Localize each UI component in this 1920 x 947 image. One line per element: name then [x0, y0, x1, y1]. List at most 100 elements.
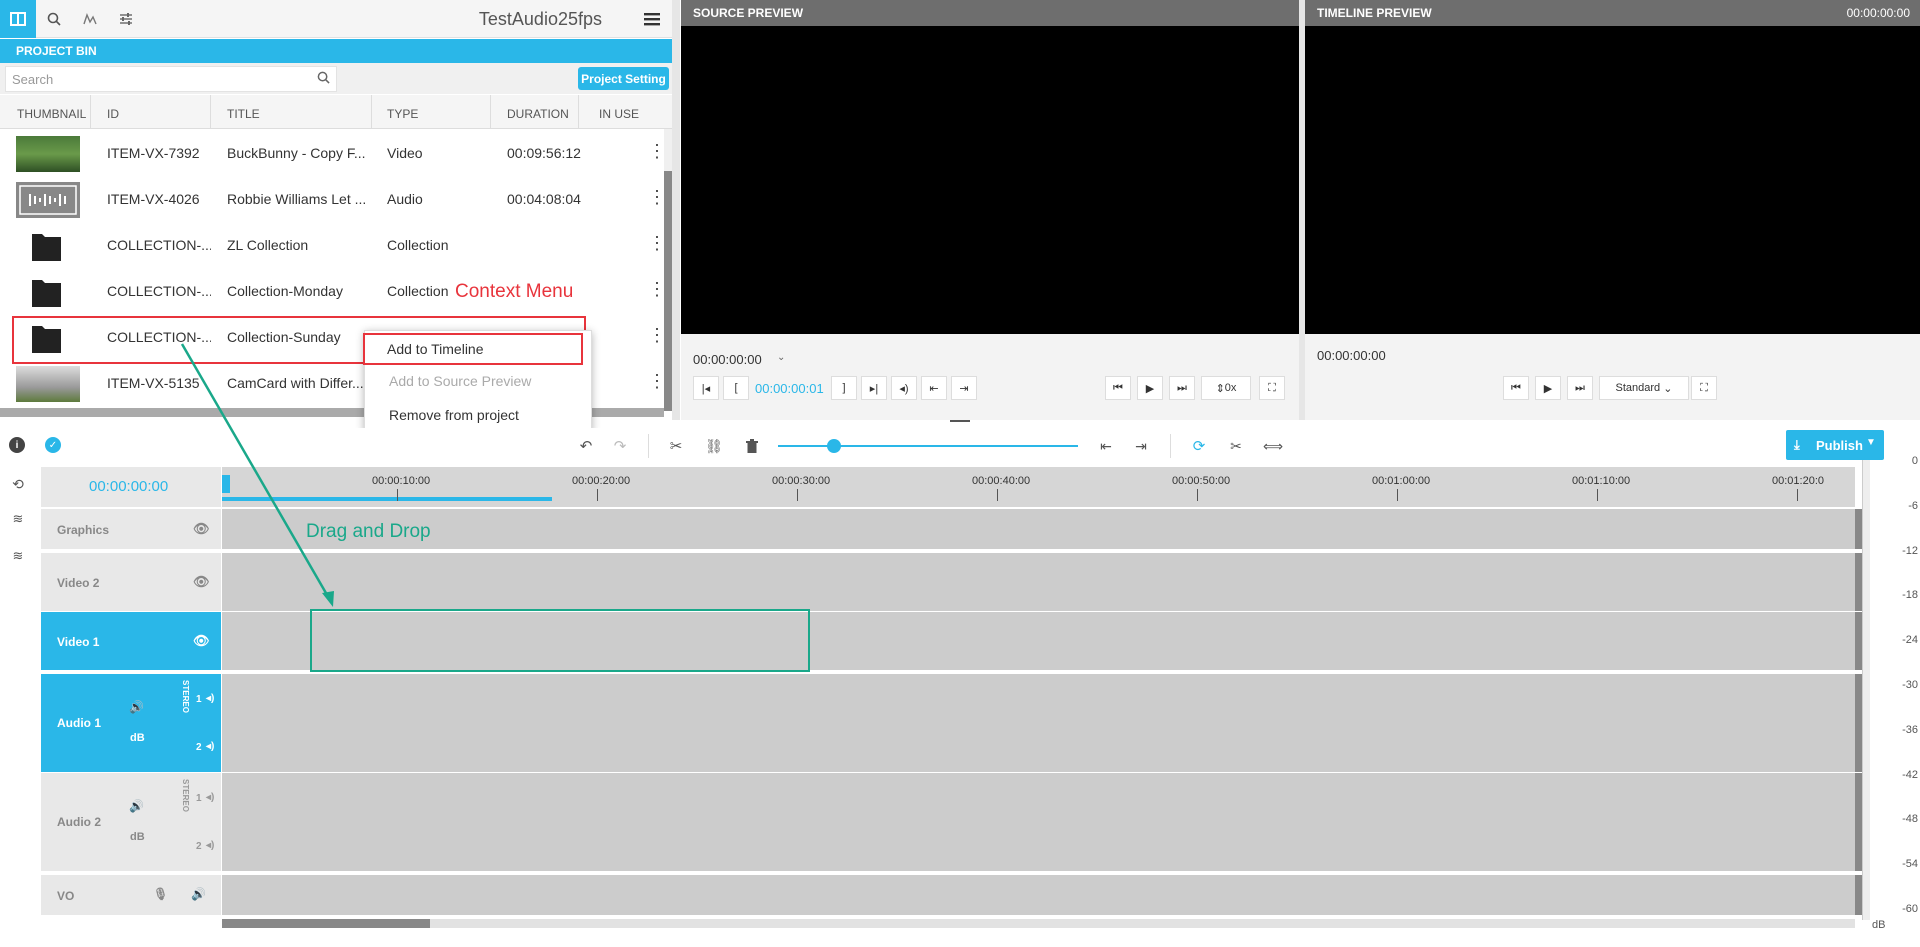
ruler-tick — [1797, 489, 1798, 501]
speed-control[interactable]: ⇕ 0x — [1201, 376, 1251, 400]
filter-icon[interactable] — [72, 0, 108, 38]
scrollbar-thumb[interactable] — [222, 919, 430, 928]
ruler-tick — [997, 489, 998, 501]
source-timecode: 00:00:00:00 — [693, 352, 762, 367]
next-frame-icon[interactable]: ⏭ — [1567, 376, 1593, 400]
snap-icon[interactable]: ⟳ — [1189, 436, 1209, 456]
panel-splitter[interactable] — [672, 0, 680, 420]
bin-row[interactable]: COLLECTION-... ZL Collection Collection ⋮ — [0, 222, 666, 268]
scissors-icon[interactable]: ✂ — [666, 436, 686, 456]
resize-handle[interactable] — [950, 420, 970, 422]
col-thumbnail[interactable]: THUMBNAIL — [7, 95, 91, 129]
microphone-icon[interactable]: 🎙 — [153, 887, 168, 901]
move-left-icon[interactable]: ⇤ — [1096, 436, 1116, 456]
track-lane[interactable] — [222, 509, 1855, 549]
row-id: COLLECTION-... — [107, 237, 211, 253]
quality-select[interactable]: Standard ⌄ — [1599, 376, 1689, 400]
col-title[interactable]: TITLE — [217, 95, 372, 129]
info-icon[interactable]: i — [9, 437, 25, 453]
col-type[interactable]: TYPE — [377, 95, 491, 129]
track-vo: VO 🎙 🔊 — [41, 875, 1866, 915]
chevron-down-icon[interactable]: ⌄ — [777, 352, 785, 363]
ruler-label: 00:00:20:00 — [572, 475, 631, 487]
play-icon[interactable]: ▶ — [1535, 376, 1561, 400]
track-lane[interactable] — [222, 674, 1855, 772]
timeline-horizontal-scrollbar[interactable] — [222, 919, 1855, 928]
col-in-use[interactable]: IN USE — [589, 95, 659, 129]
eye-icon[interactable]: 👁 — [193, 521, 210, 537]
timeline-toolbar: i ✓ ↶ ↷ ✂ ⛓ ⇤ ⇥ ⟳ ✂ ⟺ ⤓ Publish ▼ — [0, 428, 1920, 464]
timeline-ruler[interactable]: 00:00:10:00 00:00:20:00 00:00:30:00 00:00:4… — [222, 467, 1855, 507]
track-audio-1: Audio 1 🔊 dB STEREO 1 ◂) 2 ◂) — [41, 674, 1866, 772]
menu-icon[interactable] — [640, 6, 664, 32]
mark-in-icon[interactable]: [ — [723, 376, 749, 400]
speaker-icon[interactable]: ◂) — [206, 693, 214, 704]
layout-icon[interactable] — [0, 0, 36, 38]
col-duration[interactable]: DURATION — [497, 95, 579, 129]
redo-icon[interactable]: ↷ — [610, 436, 630, 456]
track-name: Graphics — [57, 523, 110, 537]
next-frame-icon[interactable]: ⏭ — [1169, 376, 1195, 400]
go-to-end-icon[interactable]: ▸| — [861, 376, 887, 400]
fullscreen-icon[interactable]: ⛶ — [1691, 376, 1717, 400]
ruler-label: 00:00:50:00 — [1172, 475, 1231, 487]
track-lane[interactable] — [222, 553, 1855, 611]
track-audio-2: Audio 2 🔊 dB STEREO 1 ◂) 2 ◂) — [41, 773, 1866, 871]
insert-icon[interactable]: ⇤ — [921, 376, 947, 400]
mark-timecode: 00:00:00:01 — [755, 381, 824, 396]
bin-search-row: Search Project Setting — [0, 63, 672, 94]
mark-out-icon[interactable]: ] — [831, 376, 857, 400]
zoom-slider-thumb[interactable] — [827, 439, 841, 453]
search-input[interactable]: Search — [5, 66, 337, 92]
play-icon[interactable]: ▶ — [1137, 376, 1163, 400]
add-track-icon[interactable]: ≋ — [9, 510, 27, 528]
col-id[interactable]: ID — [97, 95, 211, 129]
row-title: CamCard with Differ... — [227, 375, 364, 391]
menu-add-to-timeline[interactable]: Add to Timeline — [363, 333, 583, 365]
razor-icon[interactable]: ✂ — [1226, 436, 1246, 456]
ruler-label: 00:00:30:00 — [772, 475, 831, 487]
chevron-down-icon[interactable]: ▼ — [1866, 437, 1876, 448]
channel-1-label: 1 — [196, 793, 202, 804]
audio-meter — [1862, 460, 1870, 920]
speaker-icon[interactable]: 🔊 — [129, 799, 144, 813]
volume-icon[interactable]: ◂) — [891, 376, 917, 400]
sliders-icon[interactable] — [108, 0, 144, 38]
speaker-icon[interactable]: ◂) — [206, 741, 214, 752]
speaker-icon[interactable]: ◂) — [206, 792, 214, 803]
go-to-start-icon[interactable]: |◂ — [693, 376, 719, 400]
menu-remove-from-project[interactable]: Remove from project — [389, 407, 519, 423]
speaker-icon[interactable]: 🔊 — [129, 700, 144, 714]
playhead[interactable] — [222, 475, 230, 493]
publish-label: Publish — [1816, 438, 1863, 453]
bin-row[interactable]: ITEM-VX-7392 BuckBunny - Copy F... Video 00… — [0, 130, 666, 176]
preview-splitter[interactable] — [1299, 0, 1305, 420]
ruler-label: 00:00:10:00 — [372, 475, 431, 487]
expand-icon[interactable]: ⟺ — [1263, 436, 1283, 456]
eye-icon[interactable]: 👁 — [193, 633, 210, 649]
project-setting-button[interactable]: Project Setting — [578, 67, 669, 90]
bin-scrollbar[interactable] — [664, 129, 672, 411]
refresh-icon[interactable]: ⟲ — [9, 475, 27, 493]
bin-row[interactable]: ITEM-VX-4026 Robbie Williams Let ... Audio… — [0, 176, 666, 222]
move-right-icon[interactable]: ⇥ — [1131, 436, 1151, 456]
eye-icon[interactable]: 👁 — [193, 574, 210, 590]
undo-icon[interactable]: ↶ — [576, 436, 596, 456]
overwrite-icon[interactable]: ⇥ — [951, 376, 977, 400]
fullscreen-icon[interactable]: ⛶ — [1259, 376, 1285, 400]
check-icon[interactable]: ✓ — [45, 437, 61, 453]
zoom-slider[interactable] — [778, 445, 1078, 447]
track-lane[interactable] — [222, 773, 1855, 871]
row-duration: 00:09:56:12 — [507, 145, 581, 161]
speed-value: 0x — [1224, 382, 1237, 394]
unlink-icon[interactable]: ⛓ — [704, 436, 724, 456]
speaker-icon[interactable]: ◂) — [206, 840, 214, 851]
search-icon[interactable] — [315, 69, 331, 85]
speaker-icon[interactable]: 🔊 — [191, 887, 206, 901]
search-icon[interactable] — [36, 0, 72, 38]
trash-icon[interactable] — [742, 436, 762, 456]
previous-frame-icon[interactable]: ⏮ — [1105, 376, 1131, 400]
remove-track-icon[interactable]: ≋ — [9, 547, 27, 565]
track-lane[interactable] — [222, 875, 1855, 915]
previous-frame-icon[interactable]: ⏮ — [1503, 376, 1529, 400]
